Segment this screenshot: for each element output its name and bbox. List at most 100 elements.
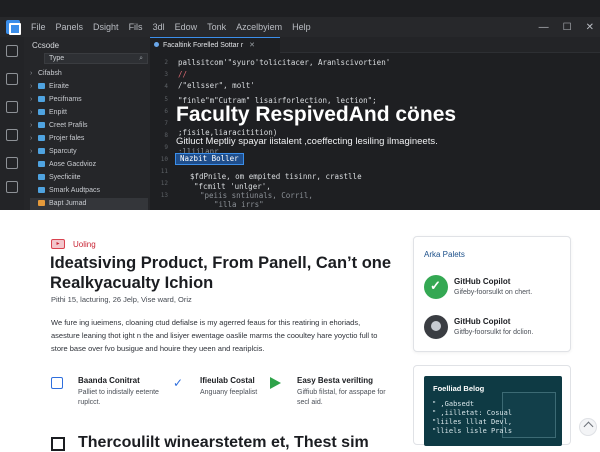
- card-title: Arka Palets: [424, 250, 465, 259]
- sidebar-search-value: Type: [49, 55, 65, 62]
- sidebar-item[interactable]: › Sparcuty: [30, 146, 148, 158]
- sidebar-card: Arka Palets GitHub Copilot Gifeby-foorsu…: [413, 236, 571, 352]
- minimize-button[interactable]: —: [539, 22, 549, 33]
- sidebar-item[interactable]: › Creet Prafils: [30, 120, 148, 132]
- chevron-right-icon: ›: [30, 70, 33, 77]
- menu-bar: File Panels Dsight Fils 3dl Edow Tonk Az…: [26, 17, 316, 37]
- title-bar: File Panels Dsight Fils 3dl Edow Tonk Az…: [0, 17, 600, 37]
- sidebar-item[interactable]: Syecficiite: [30, 172, 148, 184]
- line-number: 10: [160, 156, 168, 163]
- line-number: 6: [164, 108, 168, 115]
- explorer-sidebar: Ccsode Type ⌕ › Cifabsh › Eiraite › Pecifna…: [24, 37, 150, 210]
- avatar: [424, 315, 448, 339]
- code-line: "illa irrs": [214, 200, 264, 209]
- article-title: Ideatsiving Product, From Panell, Can’t …: [50, 254, 392, 292]
- menu-help[interactable]: Help: [287, 17, 316, 37]
- code-line: $fdPnile, om empited tisinnr, crastlle: [190, 172, 362, 181]
- line-number: 12: [160, 180, 168, 187]
- promo-card[interactable]: Foelliad Belog " ,Gabsedt " ,iilletat: C…: [413, 365, 571, 446]
- play-icon: [270, 377, 281, 389]
- chevron-right-icon: ›: [30, 109, 33, 116]
- menu-edow[interactable]: Edow: [170, 17, 203, 37]
- chevron-right-icon: ›: [30, 83, 33, 90]
- app-logo-icon: [6, 20, 21, 35]
- code-line: "fcmilt 'unlger',: [194, 182, 271, 191]
- code-line: "peiis sntiunals, Corril,: [200, 191, 313, 200]
- tab-bar: [280, 37, 600, 53]
- menu-fils[interactable]: Fils: [124, 17, 148, 37]
- sidebar-search-input[interactable]: Type ⌕: [44, 53, 148, 64]
- close-icon[interactable]: ✕: [249, 42, 255, 49]
- line-number: 7: [164, 120, 168, 127]
- sidebar-item[interactable]: › Projer fales: [30, 133, 148, 145]
- promo-image: Foelliad Belog " ,Gabsedt " ,iilletat: C…: [424, 376, 562, 446]
- card-item[interactable]: GitHub Copilot Gitfby-foorsulkt for dcli…: [424, 315, 564, 345]
- file-type-icon: [154, 42, 159, 47]
- line-number: 4: [164, 83, 168, 90]
- menu-azcelbyiem[interactable]: Azcelbyiem: [231, 17, 287, 37]
- extensions-icon[interactable]: [6, 157, 18, 169]
- code-line: /"ellsser", molt': [178, 81, 255, 90]
- file-icon: [38, 187, 45, 194]
- article-body: We fure ing iueimens, cloaning ctud defi…: [51, 318, 378, 353]
- sidebar-item[interactable]: › Eiraite: [30, 81, 148, 93]
- debug-icon[interactable]: [6, 129, 18, 141]
- menu-panels[interactable]: Panels: [51, 17, 89, 37]
- menu-file[interactable]: File: [26, 17, 51, 37]
- folder-icon: [38, 122, 45, 129]
- activity-bar: [0, 37, 24, 210]
- section-heading: Thercoulilt winearstetem et, Thest sim: [78, 434, 369, 451]
- file-icon: [38, 200, 45, 207]
- overlay-subtitle: Gitluct Meptliy spayar iistalent ,coeffe…: [176, 136, 438, 147]
- line-number: 5: [164, 96, 168, 103]
- sidebar-item[interactable]: Smark Audtpacs: [30, 185, 148, 197]
- editor-tab[interactable]: Facaltink Forelled Sottar r ✕: [150, 37, 280, 53]
- badge-icon: ▸: [51, 239, 65, 249]
- section-icon: [51, 437, 65, 451]
- card-item[interactable]: GitHub Copilot Gifeby-foorsulkt on chert…: [424, 275, 564, 305]
- code-editor-window: File Panels Dsight Fils 3dl Edow Tonk Az…: [0, 0, 600, 210]
- window-controls: — ☐ ✕: [539, 17, 594, 37]
- sidebar-item[interactable]: › Enpitt: [30, 107, 148, 119]
- sidebar-item[interactable]: › Pecifnams: [30, 94, 148, 106]
- menu-tonk[interactable]: Tonk: [202, 17, 231, 37]
- explorer-icon[interactable]: [6, 45, 18, 57]
- line-number: 9: [164, 144, 168, 151]
- settings-icon[interactable]: [6, 181, 18, 193]
- line-number: 2: [164, 59, 168, 66]
- folder-icon: [38, 109, 45, 116]
- folder-icon: [38, 135, 45, 142]
- check-circle-icon: [424, 275, 448, 299]
- line-number: 3: [164, 71, 168, 78]
- sidebar-item[interactable]: › Cifabsh: [30, 68, 148, 80]
- category-badge[interactable]: ▸ Uoling: [51, 239, 96, 249]
- search-icon: ⌕: [139, 55, 143, 62]
- overlay-title: Faculty RespivedAnd cönes: [176, 103, 457, 126]
- chevron-right-icon: ›: [30, 148, 33, 155]
- line-number: 13: [160, 192, 168, 199]
- sidebar-item-active[interactable]: Bapt Jumad: [30, 198, 148, 210]
- sidebar-item[interactable]: Aose Gacdvioz: [30, 159, 148, 171]
- document-icon: [51, 377, 63, 389]
- autocomplete-suggestion[interactable]: Nazbit Boller: [175, 153, 244, 165]
- file-icon: [38, 174, 45, 181]
- file-icon: [38, 161, 45, 168]
- line-number: 11: [160, 168, 168, 175]
- source-control-icon[interactable]: [6, 101, 18, 113]
- code-line: //: [178, 70, 188, 79]
- menu-3dl[interactable]: 3dl: [148, 17, 170, 37]
- folder-icon: [38, 148, 45, 155]
- folder-icon: [38, 83, 45, 90]
- maximize-button[interactable]: ☐: [563, 22, 572, 33]
- chevron-right-icon: ›: [30, 96, 33, 103]
- scroll-to-top-button[interactable]: [579, 418, 597, 436]
- check-icon: ✓: [173, 376, 184, 390]
- promo-title: Foelliad Belog: [433, 384, 485, 393]
- promo-code: " ,Gabsedt " ,iilletat: Cosual "liiles l…: [432, 400, 513, 435]
- search-icon[interactable]: [6, 73, 18, 85]
- menu-dsight[interactable]: Dsight: [88, 17, 124, 37]
- code-line: pallsitcom'"syuro'tolicitacer, Aranlsciv…: [178, 58, 391, 67]
- folder-icon: [38, 96, 45, 103]
- chevron-right-icon: ›: [30, 135, 33, 142]
- close-button[interactable]: ✕: [586, 22, 594, 33]
